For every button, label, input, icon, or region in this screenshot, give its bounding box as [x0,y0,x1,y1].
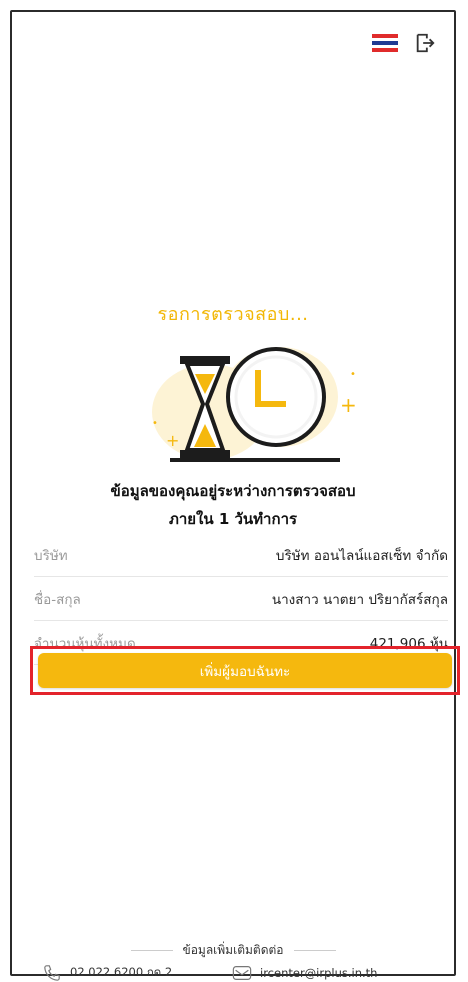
status-message-line1: ข้อมูลของคุณอยู่ระหว่างการตรวจสอบ [110,482,356,500]
phone-icon [44,965,60,981]
svg-text:+: + [166,431,179,450]
company-label: บริษัท [34,547,68,564]
email-icon [232,966,252,980]
thai-flag-icon[interactable] [372,34,398,52]
status-message-line2: ภายใน 1 วันทำการ [168,510,298,528]
company-value: บริษัท ออนไลน์แอสเซ็ท จำกัด [275,547,448,564]
email-text: ircenter@irplus.in.th [260,966,378,980]
contact-email[interactable]: ircenter@irplus.in.th [232,964,377,982]
contact-phone[interactable]: 02 022 6200 กด 2 [42,964,172,982]
detail-row-name: ชื่อ-สกุล นางสาว นาตยา ปริยากัสร์สกุล [34,577,448,621]
phone-text: 02 022 6200 กด 2 [70,965,173,979]
svg-text:+: + [340,393,357,417]
hourglass-clock-illustration: + • + • [152,347,357,462]
svg-text:•: • [152,418,158,429]
logout-icon[interactable] [414,32,436,54]
top-bar [372,32,436,54]
status-title: รอการตรวจสอบ... [157,304,309,325]
name-label: ชื่อ-สกุล [34,591,81,608]
status-message: ข้อมูลของคุณอยู่ระหว่างการตรวจสอบ ภายใน … [12,477,454,533]
detail-row-company: บริษัท บริษัท ออนไลน์แอสเซ็ท จำกัด [34,533,448,577]
footer-title-text: ข้อมูลเพิ่มเติมติดต่อ [182,943,284,957]
footer-title: ข้อมูลเพิ่มเติมติดต่อ [12,941,454,960]
screen-frame: รอการตรวจสอบ... + • + • ข้อมูลของคุณอยู่… [10,10,460,981]
name-value: นางสาว นาตยา ปริยากัสร์สกุล [271,591,448,608]
cta-highlight: เพิ่มผู้มอบฉันทะ [30,646,460,695]
svg-text:•: • [350,369,356,380]
add-proxy-button[interactable]: เพิ่มผู้มอบฉันทะ [38,653,452,688]
